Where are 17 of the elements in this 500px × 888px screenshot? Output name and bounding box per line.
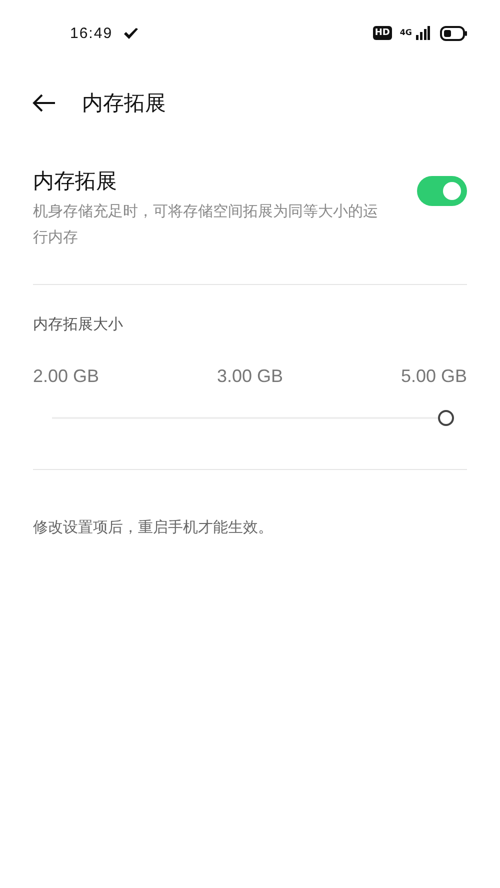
tick-label: 3.00 GB [216, 366, 284, 387]
battery-icon [440, 26, 468, 40]
toggle-switch[interactable] [417, 176, 467, 206]
check-icon [122, 26, 139, 40]
tick-label: 2.00 GB [33, 366, 100, 387]
page-title: 内存拓展 [82, 90, 166, 117]
setting-description: 机身存储充足时，可将存储空间拓展为同等大小的运行内存 [33, 201, 378, 248]
clock: 16:49 [70, 24, 113, 42]
back-icon[interactable] [32, 94, 56, 112]
note-text: 修改设置项后，重启手机才能生效。 [33, 518, 274, 537]
section-label: 内存拓展大小 [33, 315, 124, 334]
hd-badge: HD [372, 26, 392, 40]
network-label: 4G [400, 28, 412, 36]
signal-icon [416, 26, 430, 40]
slider-thumb[interactable] [438, 410, 454, 426]
tick-label: 5.00 GB [400, 366, 467, 387]
setting-title: 内存拓展 [33, 168, 118, 195]
